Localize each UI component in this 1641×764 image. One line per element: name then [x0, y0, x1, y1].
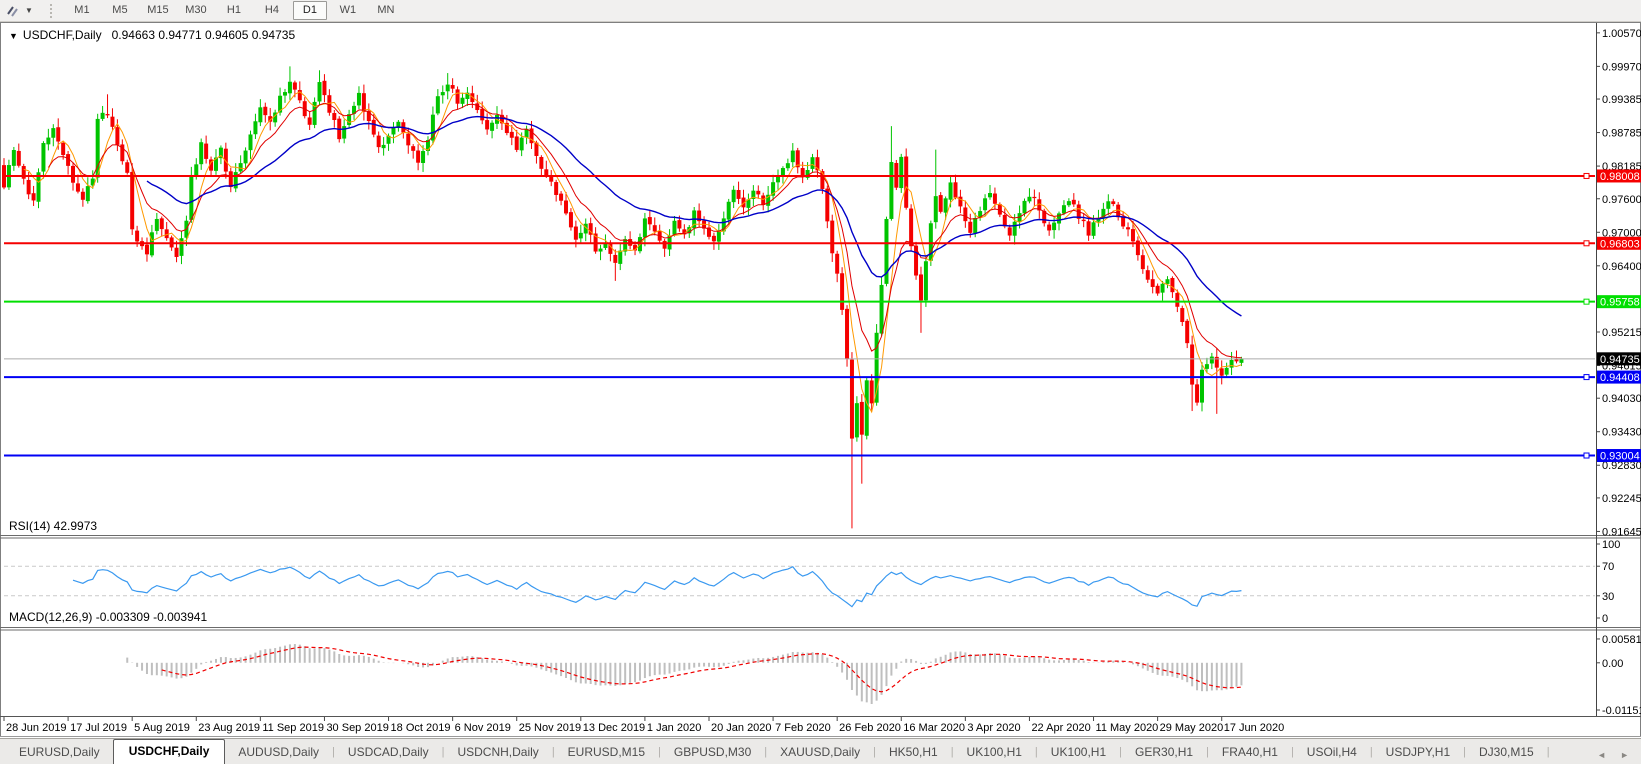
- line-anchor-marker[interactable]: [1583, 298, 1590, 305]
- price-tick-label: 0.98785: [1602, 128, 1641, 140]
- price-tick-label: 0.96400: [1602, 261, 1641, 273]
- date-tick-label: 7 Feb 2020: [775, 722, 831, 734]
- chart-tabs: EURUSD,Daily USDCHF,Daily AUDUSD,Daily | USD…: [0, 739, 1550, 764]
- macd-tick-label: 0.005818: [1602, 634, 1641, 646]
- chart-tab-usdcad-daily[interactable]: USDCAD,Daily: [335, 741, 442, 764]
- macd-tick-label: -0.011514: [1602, 705, 1641, 717]
- candles: [2, 66, 1244, 529]
- timeframe-button-w1[interactable]: W1: [331, 1, 365, 20]
- line-anchor-marker[interactable]: [1583, 240, 1590, 247]
- date-tick-label: 13 Dec 2019: [583, 722, 645, 734]
- chart-tab-bar: EURUSD,Daily USDCHF,Daily AUDUSD,Daily | USD…: [0, 738, 1641, 764]
- timeframe-button-d1[interactable]: D1: [292, 1, 327, 20]
- date-tick-label: 22 Apr 2020: [1031, 722, 1090, 734]
- chart-tab-hk50-h1[interactable]: HK50,H1: [876, 741, 951, 764]
- macd-tick-label: 0.00: [1602, 658, 1623, 670]
- timeframe-button-mn[interactable]: MN: [369, 1, 403, 20]
- price-tick-label: 1.00570: [1602, 28, 1641, 40]
- date-tick-label: 20 Jan 2020: [711, 722, 772, 734]
- price-tick-label: 0.94030: [1602, 393, 1641, 405]
- svg-text:0.95758: 0.95758: [1600, 297, 1640, 309]
- line-anchor-marker[interactable]: [1583, 374, 1590, 381]
- date-tick-label: 28 Jun 2019: [6, 722, 67, 734]
- svg-text:0.94408: 0.94408: [1600, 372, 1640, 384]
- rsi-line: [72, 565, 1242, 608]
- chart-tools-icon: [7, 5, 18, 17]
- line-anchor-marker[interactable]: [1583, 452, 1590, 459]
- date-tick-label: 26 Feb 2020: [839, 722, 901, 734]
- chart-tab-usdcnh-daily[interactable]: USDCNH,Daily: [444, 741, 551, 764]
- date-tick-label: 23 Aug 2019: [198, 722, 260, 734]
- chart-ohlc-values: 0.94663 0.94771 0.94605 0.94735: [111, 28, 296, 42]
- chart-title-marker-icon: ▼: [9, 31, 18, 41]
- rsi-tick-label: 0: [1602, 613, 1608, 625]
- chart-tools-button[interactable]: ▼: [2, 1, 36, 21]
- tab-separator: |: [1546, 745, 1550, 758]
- date-tick-label: 25 Nov 2019: [519, 722, 581, 734]
- rsi-label: RSI(14) 42.9973: [9, 519, 98, 533]
- date-tick-label: 6 Nov 2019: [455, 722, 511, 734]
- chart-tab-uk100-h1[interactable]: UK100,H1: [1038, 741, 1119, 764]
- price-tick-label: 0.99385: [1602, 94, 1641, 106]
- rsi-tick-label: 100: [1602, 539, 1620, 551]
- svg-text:0.98008: 0.98008: [1600, 171, 1640, 183]
- timeframe-button-m1[interactable]: M1: [65, 1, 99, 20]
- chart-tab-ger30-h1[interactable]: GER30,H1: [1122, 741, 1206, 764]
- date-tick-label: 11 May 2020: [1096, 722, 1159, 734]
- chart-tab-uk100-h1[interactable]: UK100,H1: [954, 741, 1035, 764]
- timeframe-button-m30[interactable]: M30: [179, 1, 213, 20]
- price-chart: 1.005700.999700.993850.987850.981850.976…: [0, 22, 1641, 737]
- date-tick-label: 3 Apr 2020: [967, 722, 1020, 734]
- timeframe-button-m5[interactable]: M5: [103, 1, 137, 20]
- rsi-tick-label: 70: [1602, 561, 1614, 573]
- toolbar-grip[interactable]: [49, 3, 55, 18]
- timeframe-toolbar: ▼ M1 M5 M15 M30 H1 H4 D1 W1 MN: [0, 0, 1641, 22]
- date-tick-label: 5 Aug 2019: [134, 722, 190, 734]
- svg-text:0.96803: 0.96803: [1600, 238, 1640, 250]
- date-tick-label: 1 Jan 2020: [647, 722, 701, 734]
- date-tick-label: 17 Jun 2020: [1224, 722, 1285, 734]
- line-anchor-marker[interactable]: [1583, 172, 1590, 179]
- chart-tab-dj30-m15[interactable]: DJ30,M15: [1466, 741, 1547, 764]
- price-tick-label: 0.92245: [1602, 493, 1641, 505]
- chart-tab-gbpusd-m30[interactable]: GBPUSD,M30: [661, 741, 764, 764]
- date-tick-label: 18 Oct 2019: [391, 722, 451, 734]
- macd-label: MACD(12,26,9) -0.003309 -0.003941: [9, 610, 208, 624]
- tab-scroll-controls: ◄ ►: [1597, 750, 1641, 764]
- chart-tab-xauusd-daily[interactable]: XAUUSD,Daily: [767, 741, 873, 764]
- timeframe-buttons: M1 M5 M15 M30 H1 H4 D1 W1 MN: [65, 1, 403, 20]
- price-tick-label: 0.97600: [1602, 194, 1641, 206]
- date-tick-label: 29 May 2020: [1160, 722, 1224, 734]
- price-tick-label: 0.93430: [1602, 427, 1641, 439]
- date-tick-label: 17 Jul 2019: [70, 722, 127, 734]
- price-tick-label: 0.95215: [1602, 327, 1641, 339]
- svg-text:0.94735: 0.94735: [1600, 354, 1640, 366]
- timeframe-button-h1[interactable]: H1: [217, 1, 251, 20]
- chart-window: 1.00570 0.99970 0.99385 0.98785 0.98185 0.976…: [0, 22, 1641, 738]
- chart-title: ▼ USDCHF,Daily 0.94663 0.94771 0.94605 0.9…: [9, 28, 295, 42]
- chart-tab-usdchf-daily[interactable]: USDCHF,Daily: [112, 739, 226, 764]
- price-tick-label: 0.99970: [1602, 61, 1641, 73]
- chart-tab-eurusd-daily[interactable]: EURUSD,Daily: [6, 741, 113, 764]
- date-tick-label: 11 Sep 2019: [262, 722, 324, 734]
- svg-text:0.93004: 0.93004: [1600, 451, 1640, 463]
- chevron-down-icon: ▼: [25, 6, 33, 15]
- mt4-terminal: { "toolbar": { "timeframes": ["M1","M5",…: [0, 0, 1641, 764]
- date-tick-label: 30 Sep 2019: [326, 722, 388, 734]
- price-tick-label: 0.91645: [1602, 526, 1641, 538]
- chart-symbol-period: USDCHF,Daily: [22, 28, 102, 42]
- timeframe-button-m15[interactable]: M15: [141, 1, 175, 20]
- chart-tab-usdjpy-h1[interactable]: USDJPY,H1: [1373, 741, 1463, 764]
- rsi-tick-label: 30: [1602, 591, 1614, 603]
- chart-tab-fra40-h1[interactable]: FRA40,H1: [1209, 741, 1291, 764]
- chart-tab-audusd-daily[interactable]: AUDUSD,Daily: [225, 741, 332, 764]
- tab-scroll-left-icon[interactable]: ◄: [1597, 750, 1606, 760]
- timeframe-button-h4[interactable]: H4: [255, 1, 289, 20]
- date-tick-label: 16 Mar 2020: [903, 722, 965, 734]
- chart-tab-usoil-h4[interactable]: USOil,H4: [1294, 741, 1370, 764]
- chart-tab-eurusd-m15[interactable]: EURUSD,M15: [555, 741, 658, 764]
- tab-scroll-right-icon[interactable]: ►: [1620, 750, 1629, 760]
